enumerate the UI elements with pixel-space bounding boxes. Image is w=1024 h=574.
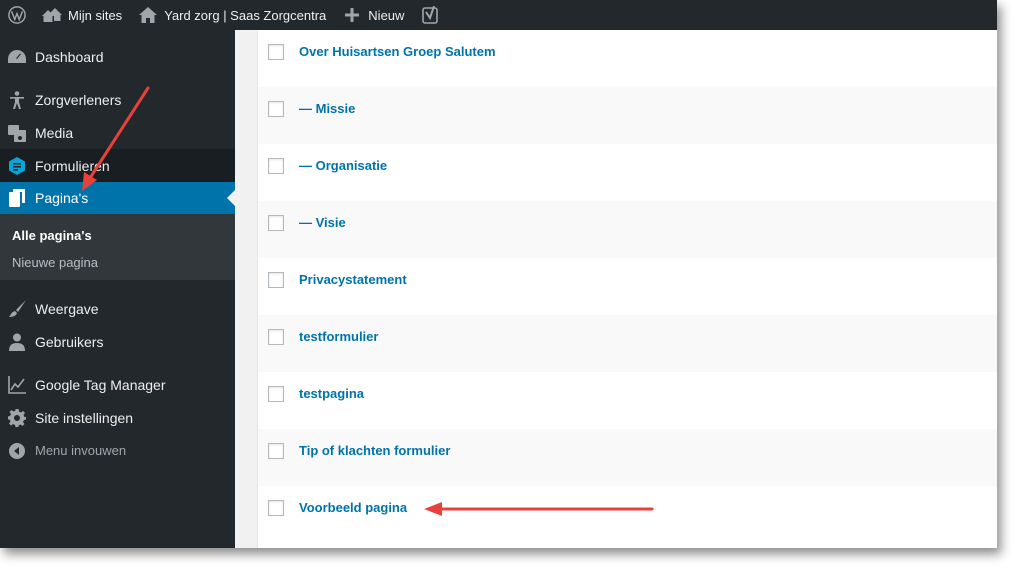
menu-label: Weergave bbox=[35, 300, 99, 317]
row-checkbox[interactable] bbox=[268, 101, 284, 117]
yoast-icon bbox=[420, 5, 440, 25]
page-title-link[interactable]: — Missie bbox=[299, 101, 355, 116]
table-row: testformulier bbox=[258, 315, 997, 372]
menu-google-tag-manager[interactable]: Google Tag Manager bbox=[0, 368, 235, 401]
forms-icon bbox=[7, 156, 27, 176]
row-checkbox[interactable] bbox=[268, 500, 284, 516]
submenu-all-pages[interactable]: Alle pagina's bbox=[12, 228, 92, 243]
gear-icon bbox=[7, 408, 27, 428]
admin-bar: Mijn sites Yard zorg | Saas Zorgcentra N… bbox=[0, 0, 997, 30]
row-checkbox[interactable] bbox=[268, 272, 284, 288]
menu-label: Gebruikers bbox=[35, 333, 104, 350]
wordpress-icon bbox=[7, 5, 27, 25]
menu-paginas[interactable]: Pagina's bbox=[0, 182, 235, 214]
page-title-link[interactable]: — Organisatie bbox=[299, 158, 387, 173]
page-title-link[interactable]: Tip of klachten formulier bbox=[299, 443, 450, 458]
media-icon bbox=[7, 123, 27, 143]
row-checkbox[interactable] bbox=[268, 443, 284, 459]
table-row: — Visie bbox=[258, 201, 997, 258]
chart-icon bbox=[7, 375, 27, 395]
pages-icon bbox=[7, 188, 27, 208]
table-row: Tip of klachten formulier bbox=[258, 429, 997, 486]
submenu-new-page[interactable]: Nieuwe pagina bbox=[12, 255, 98, 270]
table-row: — Organisatie bbox=[258, 144, 997, 201]
page-title-link[interactable]: testformulier bbox=[299, 329, 378, 344]
menu-site-instellingen[interactable]: Site instellingen bbox=[0, 401, 235, 434]
my-sites-menu[interactable]: Mijn sites bbox=[34, 0, 130, 30]
dashboard-icon bbox=[7, 47, 27, 67]
menu-zorgverleners[interactable]: Zorgverleners bbox=[0, 83, 235, 116]
menu-label: Pagina's bbox=[35, 190, 89, 206]
table-row: testpagina bbox=[258, 372, 997, 429]
page-title-link[interactable]: — Visie bbox=[299, 215, 346, 230]
new-content-menu[interactable]: Nieuw bbox=[334, 0, 412, 30]
table-row: Voorbeeld pagina bbox=[258, 486, 997, 543]
row-checkbox[interactable] bbox=[268, 329, 284, 345]
menu-label: Site instellingen bbox=[35, 409, 134, 426]
row-checkbox[interactable] bbox=[268, 386, 284, 402]
site-name-menu[interactable]: Yard zorg | Saas Zorgcentra bbox=[130, 0, 334, 30]
wordpress-menu[interactable] bbox=[0, 0, 34, 30]
menu-formulieren[interactable]: Formulieren bbox=[0, 149, 235, 182]
menu-label: Dashboard bbox=[35, 48, 104, 65]
menu-label: Menu invouwen bbox=[35, 443, 127, 458]
my-sites-icon bbox=[42, 5, 62, 25]
person-icon bbox=[7, 90, 27, 110]
menu-collapse[interactable]: Menu invouwen bbox=[0, 434, 235, 467]
row-checkbox[interactable] bbox=[268, 215, 284, 231]
menu-label: Google Tag Manager bbox=[35, 376, 166, 393]
page-title-link[interactable]: testpagina bbox=[299, 386, 364, 401]
pages-submenu: Alle pagina's Nieuwe pagina bbox=[0, 214, 235, 280]
pages-table: Over Huisartsen Groep Salutem — Missie —… bbox=[257, 30, 997, 548]
page-title-link[interactable]: Over Huisartsen Groep Salutem bbox=[299, 44, 496, 59]
menu-dashboard[interactable]: Dashboard bbox=[0, 40, 235, 73]
seo-menu[interactable] bbox=[412, 0, 454, 30]
admin-sidebar: Dashboard Zorgverleners Media Formuliere… bbox=[0, 30, 235, 548]
menu-label: Zorgverleners bbox=[35, 91, 122, 108]
table-row: Over Huisartsen Groep Salutem bbox=[258, 30, 997, 87]
page-title-link[interactable]: Voorbeeld pagina bbox=[299, 500, 407, 515]
brush-icon bbox=[7, 299, 27, 319]
my-sites-label: Mijn sites bbox=[68, 7, 123, 23]
table-row: Privacystatement bbox=[258, 258, 997, 315]
active-indicator bbox=[227, 190, 235, 206]
menu-weergave[interactable]: Weergave bbox=[0, 292, 235, 325]
users-icon bbox=[7, 332, 27, 352]
menu-media[interactable]: Media bbox=[0, 116, 235, 149]
row-checkbox[interactable] bbox=[268, 158, 284, 174]
site-name-label: Yard zorg | Saas Zorgcentra bbox=[164, 7, 327, 23]
new-content-label: Nieuw bbox=[368, 7, 405, 23]
row-checkbox[interactable] bbox=[268, 44, 284, 60]
plus-icon bbox=[342, 5, 362, 25]
page-title-link[interactable]: Privacystatement bbox=[299, 272, 407, 287]
table-row: — Missie bbox=[258, 87, 997, 144]
menu-label: Media bbox=[35, 124, 74, 141]
main-content: Over Huisartsen Groep Salutem — Missie —… bbox=[235, 30, 997, 548]
collapse-icon bbox=[7, 441, 27, 461]
browser-frame: Mijn sites Yard zorg | Saas Zorgcentra N… bbox=[0, 0, 997, 548]
menu-gebruikers[interactable]: Gebruikers bbox=[0, 325, 235, 358]
home-icon bbox=[138, 5, 158, 25]
menu-label: Formulieren bbox=[35, 157, 110, 174]
